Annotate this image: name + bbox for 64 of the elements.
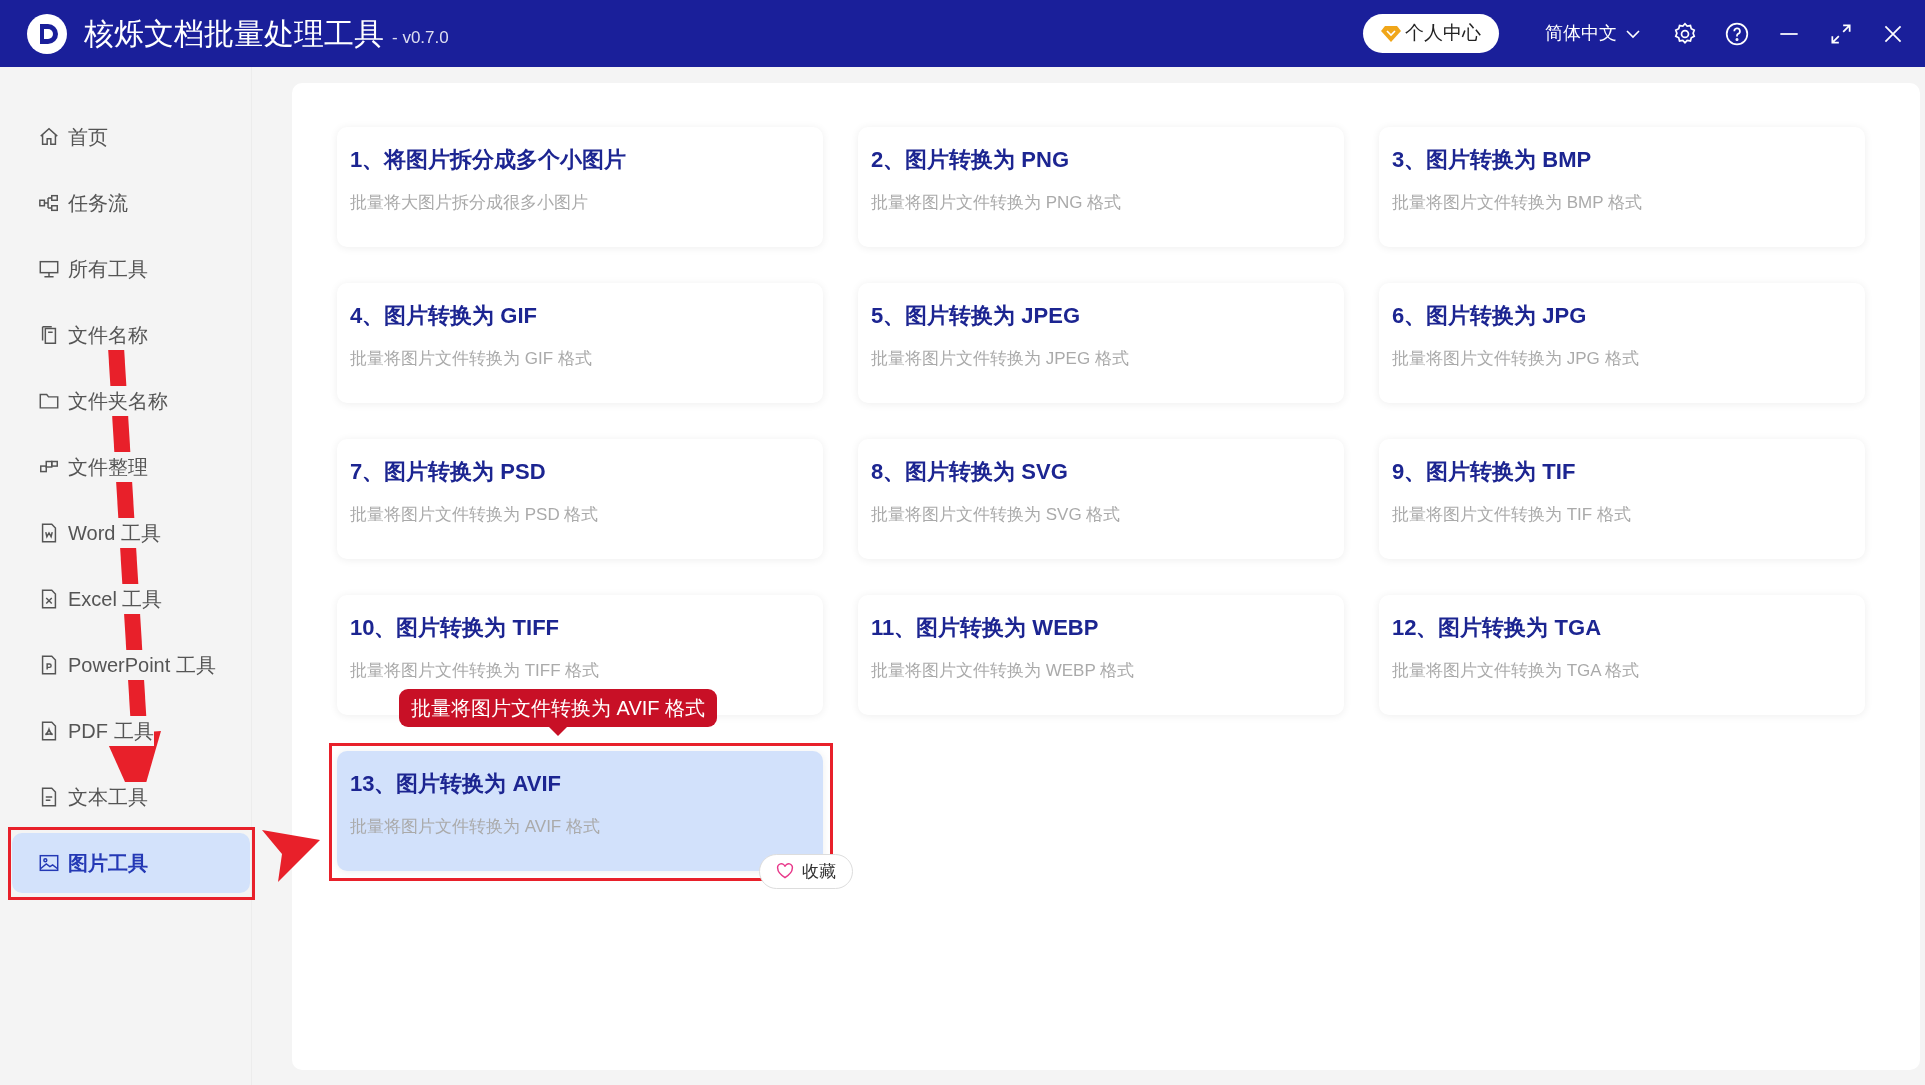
tool-title: 1、将图片拆分成多个小图片	[350, 146, 628, 174]
tool-card[interactable]: 1、将图片拆分成多个小图片 批量将大图片拆分成很多小图片	[337, 127, 823, 247]
sidebar-item[interactable]: Word 工具	[12, 503, 250, 563]
sidebar-icon	[38, 258, 60, 280]
tool-title: 7、图片转换为 PSD	[350, 458, 547, 486]
sidebar-item[interactable]: PDF 工具	[12, 701, 250, 761]
tool-description: 批量将图片文件转换为 AVIF 格式	[350, 816, 601, 838]
sidebar-icon	[38, 192, 60, 214]
sidebar-item[interactable]: 文件名称	[12, 305, 250, 365]
sidebar-item[interactable]: 首页	[12, 107, 250, 167]
tool-description: 批量将图片文件转换为 BMP 格式	[1392, 192, 1643, 214]
sidebar-item[interactable]: 图片工具	[12, 833, 250, 893]
tool-description: 批量将图片文件转换为 TGA 格式	[1392, 660, 1641, 682]
tool-description: 批量将图片文件转换为 SVG 格式	[871, 504, 1122, 526]
tooltip: 批量将图片文件转换为 AVIF 格式	[399, 689, 718, 736]
tool-card[interactable]: 8、图片转换为 SVG 批量将图片文件转换为 SVG 格式	[858, 439, 1344, 559]
annotation-arrow	[260, 828, 322, 884]
language-selector[interactable]: 简体中文	[1539, 19, 1647, 48]
tool-card[interactable]: 9、图片转换为 TIF 批量将图片文件转换为 TIF 格式	[1379, 439, 1865, 559]
tool-card[interactable]: 5、图片转换为 JPEG 批量将图片文件转换为 JPEG 格式	[858, 283, 1344, 403]
diamond-icon	[1381, 24, 1401, 43]
tool-description: 批量将图片文件转换为 JPEG 格式	[871, 348, 1130, 370]
tool-card[interactable]: 3、图片转换为 BMP 批量将图片文件转换为 BMP 格式	[1379, 127, 1865, 247]
tool-card[interactable]: 2、图片转换为 PNG 批量将图片文件转换为 PNG 格式	[858, 127, 1344, 247]
tool-description: 批量将图片文件转换为 PSD 格式	[350, 504, 600, 526]
tool-description: 批量将图片文件转换为 JPG 格式	[1392, 348, 1640, 370]
tool-card[interactable]: 6、图片转换为 JPG 批量将图片文件转换为 JPG 格式	[1379, 283, 1865, 403]
logo-icon	[26, 12, 68, 55]
tool-title: 10、图片转换为 TIFF	[350, 614, 560, 642]
heart-icon	[776, 863, 794, 880]
sidebar-item[interactable]: 任务流	[12, 173, 250, 233]
settings-icon[interactable]	[1672, 20, 1698, 47]
tool-title: 6、图片转换为 JPG	[1392, 302, 1588, 330]
tool-title: 9、图片转换为 TIF	[1392, 458, 1577, 486]
app-title: 核烁文档批量处理工具	[84, 16, 384, 52]
tool-title: 12、图片转换为 TGA	[1392, 614, 1603, 642]
sidebar-item[interactable]: Excel 工具	[12, 569, 250, 629]
sidebar-item[interactable]: PowerPoint 工具	[12, 635, 250, 695]
tool-description: 批量将图片文件转换为 GIF 格式	[350, 348, 593, 370]
tool-title: 5、图片转换为 JPEG	[871, 302, 1082, 330]
tool-card[interactable]: 11、图片转换为 WEBP 批量将图片文件转换为 WEBP 格式	[858, 595, 1344, 715]
account-button[interactable]: 个人中心	[1363, 14, 1499, 53]
sidebar-item[interactable]: 文件夹名称	[12, 371, 250, 431]
tool-description: 批量将图片文件转换为 WEBP 格式	[871, 660, 1136, 682]
tool-title: 2、图片转换为 PNG	[871, 146, 1071, 174]
sidebar-icon	[38, 852, 60, 874]
tool-card[interactable]: 4、图片转换为 GIF 批量将图片文件转换为 GIF 格式	[337, 283, 823, 403]
tool-card[interactable]: 12、图片转换为 TGA 批量将图片文件转换为 TGA 格式	[1379, 595, 1865, 715]
tool-title: 4、图片转换为 GIF	[350, 302, 538, 330]
sidebar-item[interactable]: 文本工具	[12, 767, 250, 827]
sidebar-icon	[38, 126, 60, 148]
favorite-button[interactable]: 收藏	[759, 853, 853, 889]
tool-title: 13、图片转换为 AVIF	[350, 770, 563, 798]
tool-title: 3、图片转换为 BMP	[1392, 146, 1593, 174]
tool-title: 8、图片转换为 SVG	[871, 458, 1069, 486]
version-label: - v0.7.0	[392, 26, 449, 49]
help-icon[interactable]	[1724, 20, 1750, 47]
sidebar-item[interactable]: 所有工具	[12, 239, 250, 299]
tool-description: 批量将图片文件转换为 TIFF 格式	[350, 660, 601, 682]
tool-description: 批量将大图片拆分成很多小图片	[350, 192, 589, 214]
tool-description: 批量将图片文件转换为 TIF 格式	[1392, 504, 1632, 526]
tool-description: 批量将图片文件转换为 PNG 格式	[871, 192, 1123, 214]
tool-title: 11、图片转换为 WEBP	[871, 614, 1100, 642]
tool-card[interactable]: 7、图片转换为 PSD 批量将图片文件转换为 PSD 格式	[337, 439, 823, 559]
